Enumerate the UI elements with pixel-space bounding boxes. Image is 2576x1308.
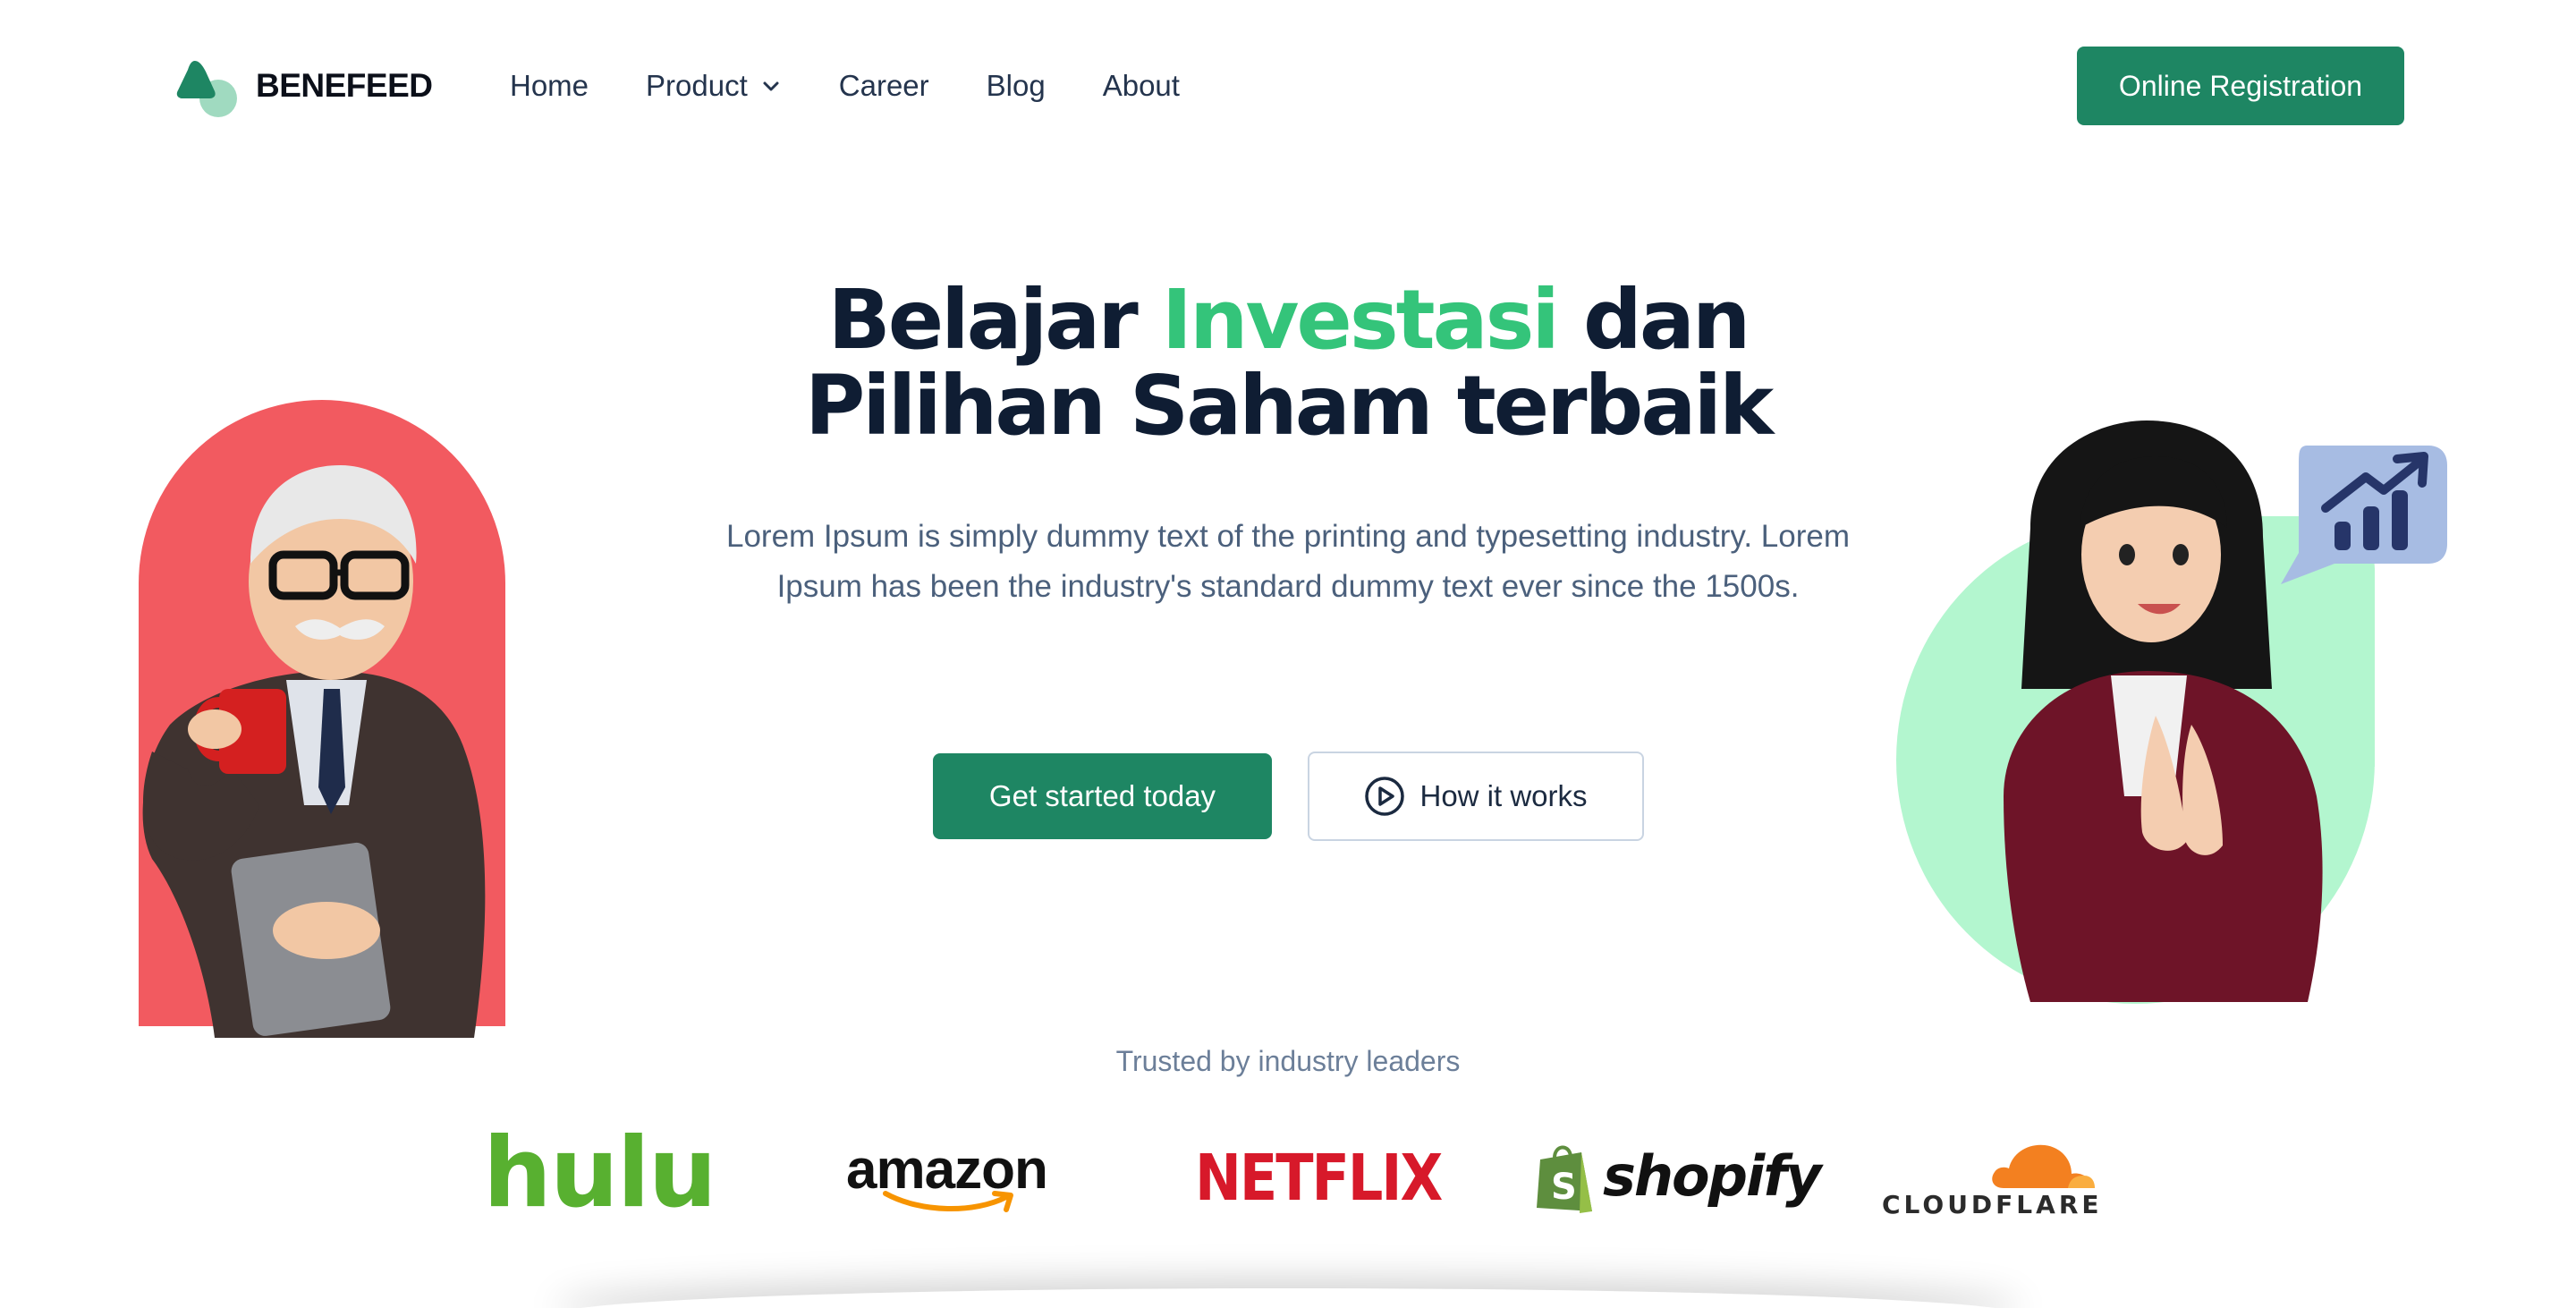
hero-title-highlight: Investasi xyxy=(1161,272,1560,368)
cloudflare-cloud-icon xyxy=(1992,1144,2095,1188)
how-it-works-label: How it works xyxy=(1419,779,1588,812)
shopify-bag-icon: S xyxy=(1537,1145,1592,1213)
nav-career-label: Career xyxy=(838,69,929,102)
nav-career[interactable]: Career xyxy=(839,69,929,103)
chevron-down-icon xyxy=(763,81,779,91)
shopify-logo: shopify xyxy=(1603,1143,1822,1209)
main-nav: Home Product Career Blog About xyxy=(510,61,1237,111)
netflix-logo: NETFLIX xyxy=(1195,1140,1443,1216)
trusted-label: Trusted by industry leaders xyxy=(1115,1045,1461,1077)
nav-blog[interactable]: Blog xyxy=(987,69,1046,103)
nav-home[interactable]: Home xyxy=(510,69,589,103)
svg-text:S: S xyxy=(1551,1167,1577,1208)
cloudflare-logo: CLOUDFLARE xyxy=(1882,1190,2103,1219)
hero-title: Belajar Investasi dan Pilihan Saham terb… xyxy=(0,277,2576,449)
brand-logo[interactable]: BENEFEED xyxy=(175,54,433,118)
nav-about-label: About xyxy=(1102,69,1180,102)
nav-about[interactable]: About xyxy=(1103,69,1180,103)
nav-product[interactable]: Product xyxy=(646,69,782,103)
hulu-logo: hulu xyxy=(483,1117,717,1229)
hero-title-pre: Belajar xyxy=(827,272,1162,368)
how-it-works-button[interactable]: How it works xyxy=(1308,752,1644,841)
nav-product-label: Product xyxy=(646,69,748,102)
nav-home-label: Home xyxy=(510,69,589,102)
site-header: BENEFEED Home Product Career Blog About … xyxy=(0,0,2576,170)
brand-name: BENEFEED xyxy=(256,67,433,104)
hero-title-post: dan xyxy=(1556,272,1750,368)
next-section-shadow xyxy=(555,1288,2021,1308)
hero-title-line2: Pilihan Saham terbaik xyxy=(804,358,1774,454)
businessman-with-mug-icon xyxy=(142,465,486,1038)
play-circle-icon xyxy=(1365,777,1405,816)
hero-description: Lorem Ipsum is simply dummy text of the … xyxy=(725,519,1850,604)
online-registration-button[interactable]: Online Registration xyxy=(2077,47,2404,125)
amazon-smile-icon xyxy=(883,1191,1013,1212)
chart-growth-bubble-icon xyxy=(2281,446,2447,584)
logo-mark-icon xyxy=(175,54,240,118)
nav-blog-label: Blog xyxy=(986,69,1046,102)
get-started-button[interactable]: Get started today xyxy=(933,753,1272,839)
